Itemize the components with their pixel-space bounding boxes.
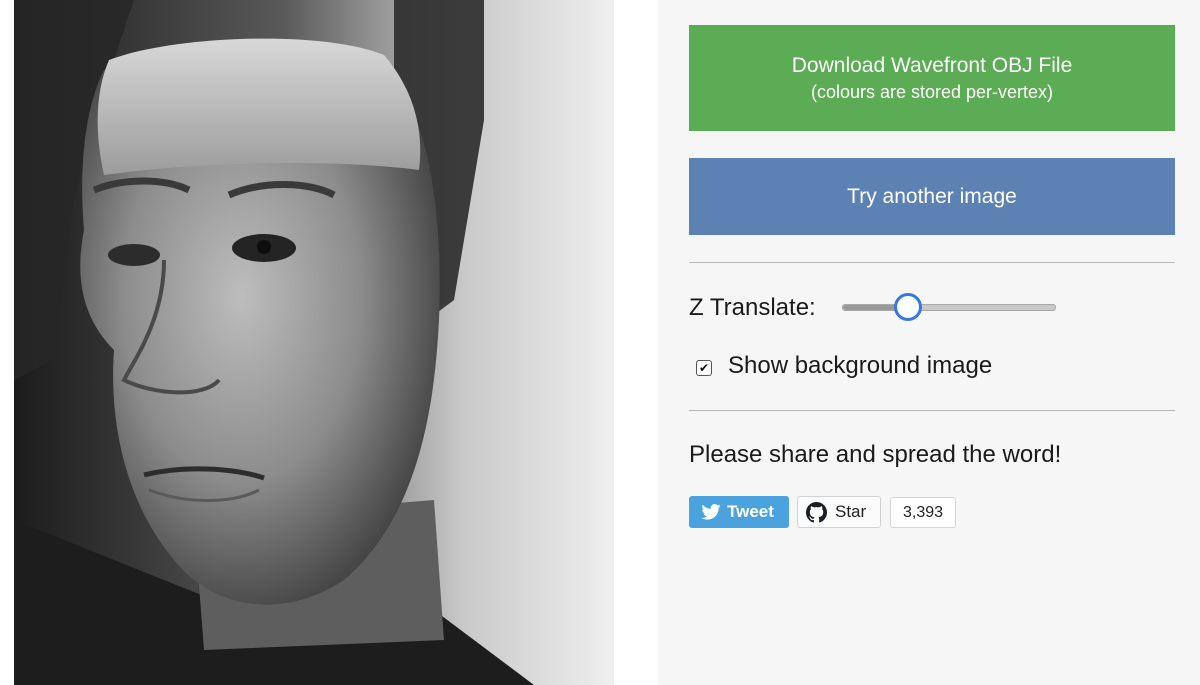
divider-top bbox=[689, 262, 1175, 263]
render-viewport[interactable] bbox=[14, 0, 614, 685]
try-another-image-button[interactable]: Try another image bbox=[689, 158, 1175, 235]
star-count[interactable]: 3,393 bbox=[890, 497, 956, 528]
github-icon bbox=[806, 502, 827, 523]
control-panel: Download Wavefront OBJ File (colours are… bbox=[658, 0, 1200, 685]
download-button-subtitle: (colours are stored per-vertex) bbox=[810, 82, 1054, 102]
share-text: Please share and spread the word! bbox=[689, 441, 1062, 468]
twitter-bird-icon bbox=[701, 504, 721, 520]
download-button-title: Download Wavefront OBJ File bbox=[791, 54, 1073, 77]
show-background-checkbox[interactable]: ✔ bbox=[696, 360, 712, 376]
page: Download Wavefront OBJ File (colours are… bbox=[0, 0, 1200, 685]
show-background-label[interactable]: Show background image bbox=[728, 352, 992, 380]
tweet-button[interactable]: Tweet bbox=[689, 496, 789, 528]
checkmark-icon: ✔ bbox=[698, 361, 710, 375]
download-obj-button[interactable]: Download Wavefront OBJ File (colours are… bbox=[689, 25, 1175, 131]
star-label: Star bbox=[835, 502, 867, 521]
slider-thumb[interactable] bbox=[893, 293, 922, 321]
z-translate-slider[interactable] bbox=[842, 293, 1056, 321]
github-star-button[interactable]: Star bbox=[797, 496, 881, 528]
z-translate-label: Z Translate: bbox=[689, 294, 816, 321]
tweet-label: Tweet bbox=[727, 502, 774, 521]
divider-bottom bbox=[689, 410, 1175, 411]
portrait-render bbox=[14, 0, 614, 685]
